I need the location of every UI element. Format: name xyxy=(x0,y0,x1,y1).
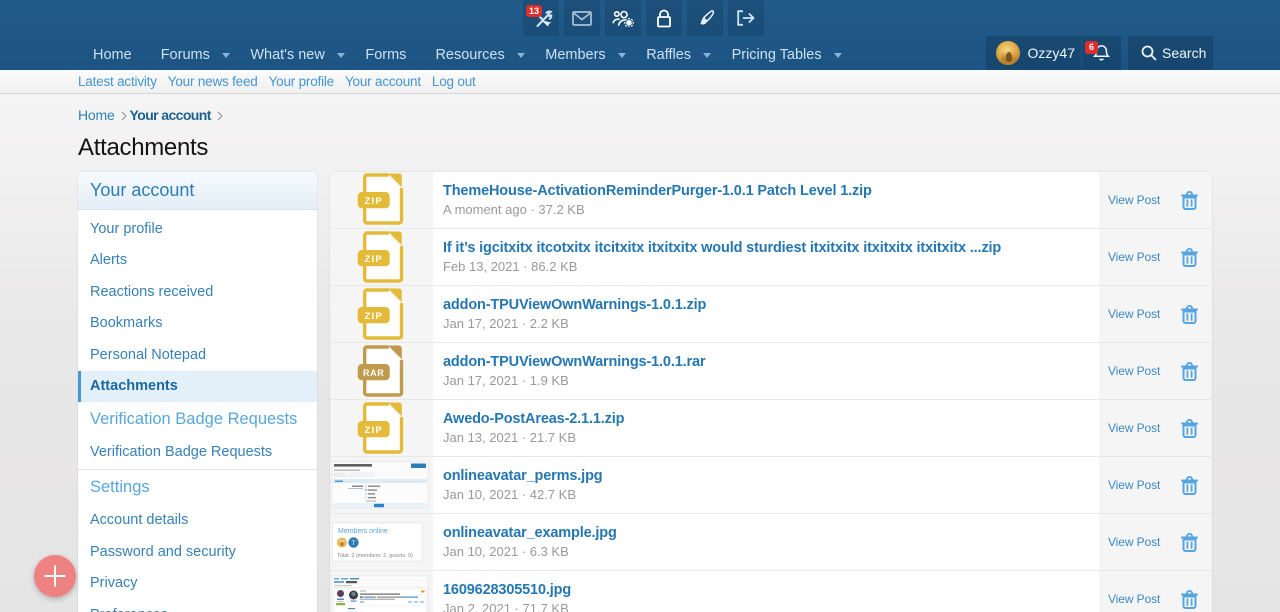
svg-text:T: T xyxy=(352,541,356,547)
svg-text:RAR: RAR xyxy=(363,368,384,378)
svg-text:ZIP: ZIP xyxy=(365,196,383,207)
svg-text:ZIP: ZIP xyxy=(365,425,383,436)
svg-text:ZIP: ZIP xyxy=(365,254,383,265)
svg-text:ZIP: ZIP xyxy=(365,311,383,322)
svg-text:Members online: Members online xyxy=(338,528,388,535)
svg-text:Total: 2 (members: 2, guests:: Total: 2 (members: 2, guests: 0) xyxy=(337,553,413,559)
